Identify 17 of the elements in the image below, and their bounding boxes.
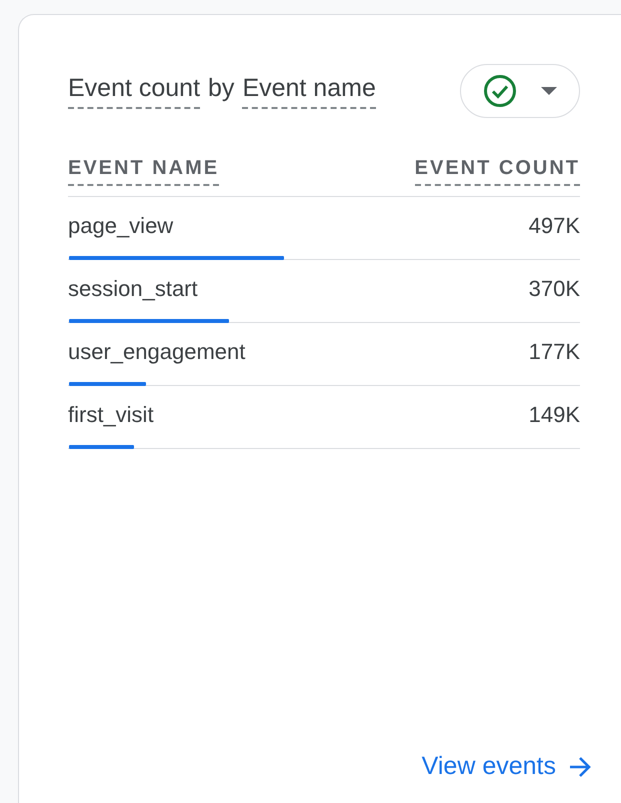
event-name: session_start: [68, 276, 198, 303]
caret-icon: [541, 87, 557, 95]
event-name: first_visit: [68, 402, 154, 429]
column-header: EVENT NAME: [68, 157, 220, 186]
event-count: 177K: [528, 339, 580, 366]
card-title: Event count: [68, 74, 200, 108]
card-title: Event name: [242, 74, 376, 108]
event-name: user_engagement: [68, 339, 246, 366]
event-count: 149K: [528, 402, 580, 429]
card-title: by: [208, 74, 234, 104]
event-count: 497K: [528, 213, 580, 240]
status-dropdown-button[interactable]: [460, 64, 580, 118]
arrow-right-icon: [568, 756, 592, 778]
column-header: EVENT COUNT: [414, 157, 580, 186]
event-count: 370K: [528, 276, 580, 303]
event-name: page_view: [68, 213, 174, 240]
view-events-link[interactable]: View events: [422, 752, 592, 781]
